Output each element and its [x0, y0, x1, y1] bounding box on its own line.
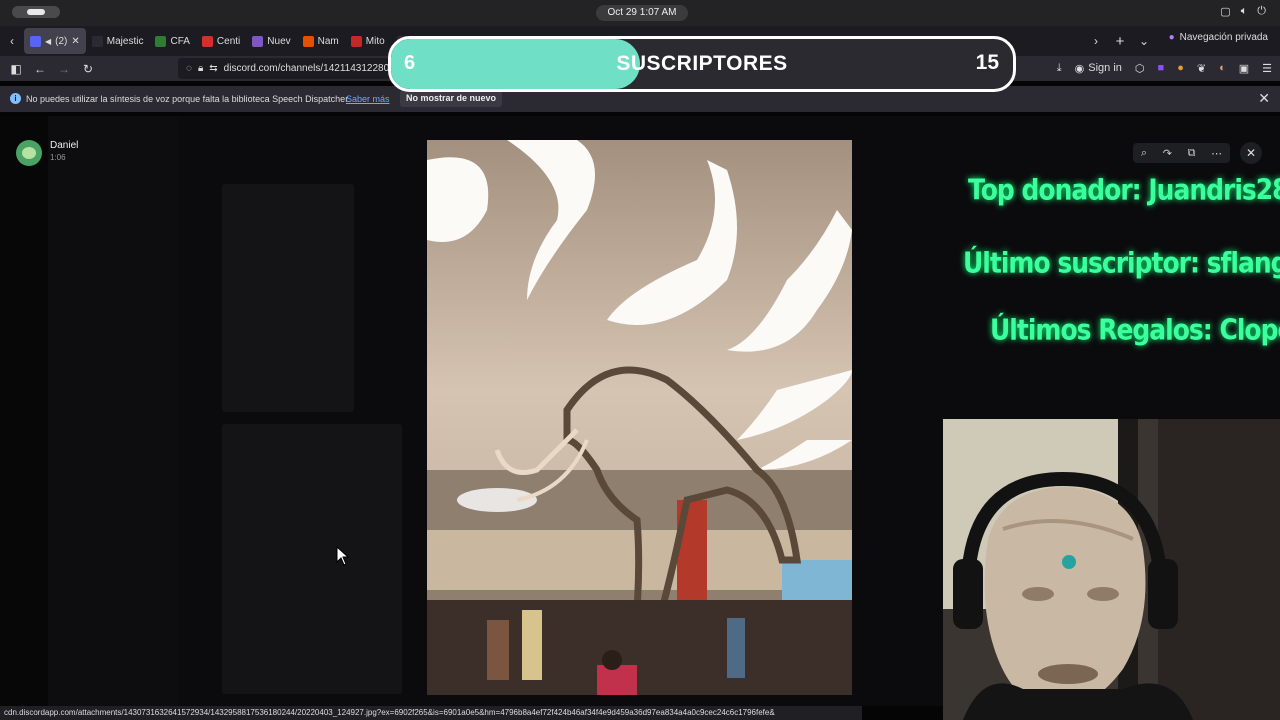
more-options-icon[interactable]: ⋯: [1211, 147, 1222, 160]
uploader-info: Daniel 1:06: [16, 140, 78, 166]
message-placeholder: [222, 184, 354, 412]
info-icon: i: [10, 93, 21, 104]
private-browsing-label: Navegación privada: [1179, 32, 1268, 43]
extension-leaf-icon[interactable]: ❦: [1197, 62, 1206, 75]
extensions-icon[interactable]: ▣: [1239, 62, 1249, 75]
last-gifts-text: Últimos Regalos: Clopez86: [990, 312, 1280, 347]
last-subscriber-text: Último suscriptor: sflang: [963, 245, 1280, 280]
channel-list: [48, 116, 178, 706]
new-tab-icon[interactable]: +: [1108, 33, 1132, 50]
tab-favicon-icon: [252, 35, 264, 47]
top-donor-text: Top donador: Juandris2830: [968, 172, 1280, 207]
subscriber-goal-bar: 6 SUSCRIPTORES 15: [388, 36, 1016, 92]
mouse-cursor-icon: [336, 546, 350, 566]
downloads-icon[interactable]: ⤓: [1057, 62, 1062, 75]
tab-label: Nam: [317, 35, 339, 47]
window-icon[interactable]: ▢: [1220, 5, 1230, 18]
address-bar[interactable]: ◌ 🔒︎ ⇆ discord.com/channels/142114312280: [178, 58, 398, 79]
browser-tab[interactable]: Mito: [345, 28, 391, 54]
link-status-bar: cdn.discordapp.com/attachments/143073163…: [0, 706, 862, 720]
tab-favicon-icon: [201, 35, 213, 47]
reload-icon[interactable]: ↻: [76, 62, 100, 76]
tab-label: (2): [55, 35, 68, 47]
sidebar-toggle-icon[interactable]: ◧: [4, 62, 28, 76]
volume-icon[interactable]: 🔈︎: [1241, 5, 1248, 18]
tab-favicon-icon: [302, 35, 314, 47]
browser-tab[interactable]: Centi: [196, 28, 246, 54]
tab-label: Centi: [216, 35, 241, 47]
attachment-image[interactable]: [427, 140, 852, 695]
lock-icon[interactable]: 🔒︎: [198, 63, 203, 74]
private-mask-icon: ●: [1168, 32, 1175, 43]
extension-face-icon[interactable]: ◐: [1219, 62, 1226, 74]
tab-label: Mito: [365, 35, 385, 47]
dont-show-again-button[interactable]: No mostrar de nuevo: [400, 90, 503, 107]
close-tab-icon[interactable]: ✕: [71, 36, 79, 47]
notification-message: No puedes utilizar la síntesis de voz po…: [26, 94, 351, 104]
uploader-name[interactable]: Daniel: [50, 140, 78, 151]
tab-scroll-left-icon[interactable]: ‹: [0, 34, 24, 48]
forward-icon[interactable]: →: [52, 62, 76, 76]
upload-time: 1:06: [50, 153, 66, 162]
tab-label: CFA: [170, 35, 190, 47]
browser-tab[interactable]: CFA: [149, 28, 195, 54]
museum-photo: [427, 140, 852, 695]
browser-tab[interactable]: Nam: [297, 28, 345, 54]
browser-tab[interactable]: ◀ (2) ✕: [24, 28, 86, 54]
close-notification-icon[interactable]: ✕: [1258, 90, 1270, 107]
system-clock[interactable]: Oct 29 1:07 AM: [596, 5, 688, 21]
extension-purple-icon[interactable]: ■: [1158, 62, 1165, 74]
workspace-indicator[interactable]: [12, 6, 60, 18]
tab-favicon-icon: [350, 35, 362, 47]
browser-tab[interactable]: Majestic: [86, 28, 150, 54]
tab-favicon-icon: [30, 35, 41, 47]
share-icon[interactable]: ↷: [1163, 147, 1172, 160]
webcam-feed: [943, 419, 1280, 720]
account-icon: ◉: [1074, 62, 1085, 75]
extension-icon[interactable]: ⬡: [1135, 62, 1145, 75]
image-viewer-toolbar: ⌕ ↷ ⧉ ⋯: [1133, 143, 1230, 163]
subscriber-goal: 15: [975, 51, 999, 74]
power-icon[interactable]: ⏻: [1257, 5, 1266, 18]
site-info-icon[interactable]: ⇆: [209, 63, 217, 74]
system-tray: ▢ 🔈︎ ⏻: [1220, 5, 1266, 18]
tab-label: Majestic: [106, 35, 144, 47]
browser-tab[interactable]: Nuev: [246, 28, 296, 54]
signin-button[interactable]: ◉ Sign in: [1075, 62, 1122, 75]
message-placeholder: [222, 424, 402, 694]
system-top-bar: Oct 29 1:07 AM ▢ 🔈︎ ⏻: [0, 0, 1280, 26]
tab-label: Nuev: [267, 35, 291, 47]
close-viewer-icon[interactable]: ✕: [1240, 142, 1262, 164]
list-all-tabs-icon[interactable]: ⌄: [1132, 34, 1156, 48]
back-icon[interactable]: ←: [28, 62, 52, 76]
signin-label: Sign in: [1088, 62, 1122, 74]
server-list: [0, 116, 48, 706]
open-in-browser-icon[interactable]: ⧉: [1188, 147, 1196, 160]
webcam-image: [943, 419, 1280, 720]
tab-favicon-icon: [155, 35, 167, 47]
zoom-icon[interactable]: ⌕: [1141, 147, 1147, 160]
tracking-shield-icon[interactable]: ◌: [186, 63, 192, 74]
subscriber-goal-title: SUSCRIPTORES: [616, 52, 788, 75]
tab-audio-icon[interactable]: ◀: [45, 37, 51, 46]
avatar[interactable]: [16, 140, 42, 166]
menu-icon[interactable]: ☰: [1262, 62, 1272, 75]
url-text: discord.com/channels/142114312280: [223, 63, 390, 74]
extension-cookie-icon[interactable]: ●: [1177, 62, 1184, 74]
tab-favicon-icon: [91, 35, 103, 47]
private-browsing-indicator: ● Navegación privada: [1169, 32, 1268, 43]
learn-more-link[interactable]: Saber más: [346, 94, 390, 104]
screen: Oct 29 1:07 AM ▢ 🔈︎ ⏻ ‹ ◀ (2) ✕ Majestic CFA…: [0, 0, 1280, 720]
tab-scroll-right-icon[interactable]: ›: [1084, 34, 1108, 48]
